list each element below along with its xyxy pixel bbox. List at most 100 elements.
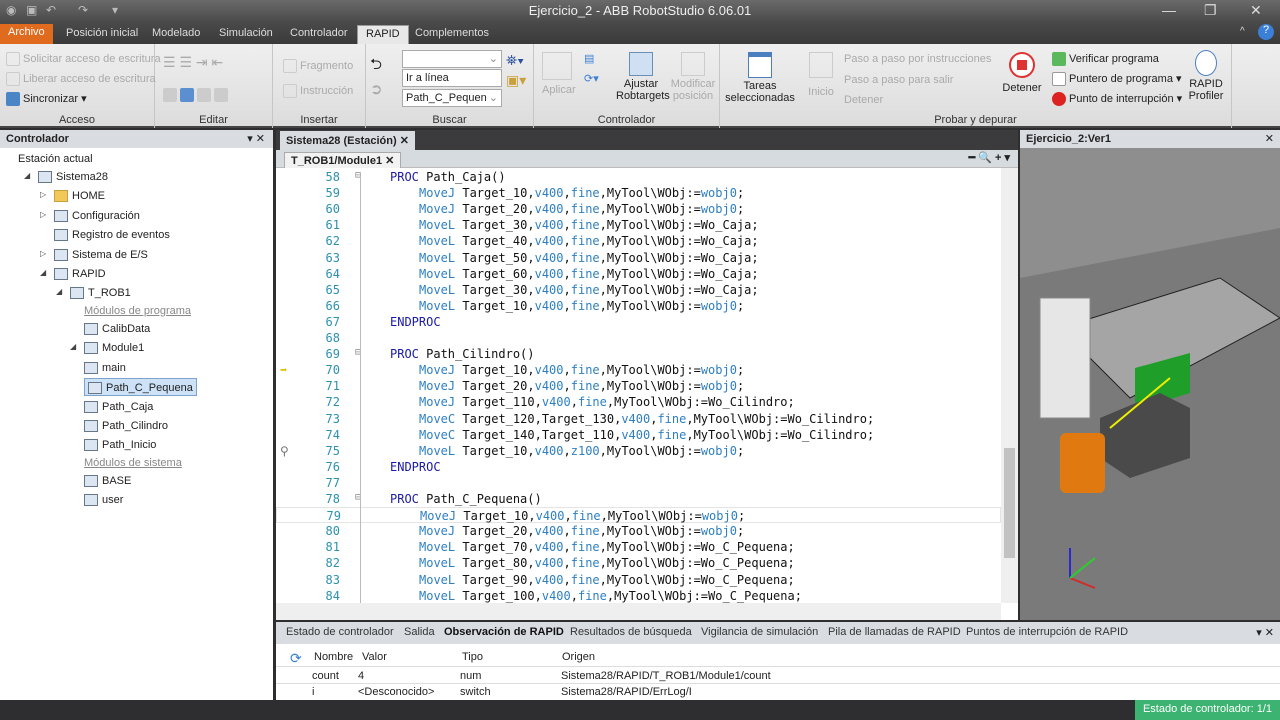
expand-toggle-icon[interactable]: ◢ <box>24 171 30 180</box>
expand-toggle-icon[interactable]: ◢ <box>40 268 46 277</box>
start-button[interactable]: Inicio <box>804 52 838 98</box>
tab-posicion-inicial[interactable]: Posición inicial <box>58 25 146 44</box>
code-line[interactable]: 60 MoveJ Target_20,v400,fine,MyTool\WObj:… <box>276 201 1001 217</box>
cell-name[interactable]: i <box>312 686 314 698</box>
tab-complementos[interactable]: Complementos <box>407 25 497 44</box>
tree-item[interactable]: Estación actual <box>18 150 93 168</box>
code-line[interactable]: 66 MoveL Target_10,v400,fine,MyTool\WObj:… <box>276 298 1001 314</box>
cell-value[interactable]: 4 <box>358 670 364 682</box>
back-arrow-icon[interactable]: ⮌ <box>370 54 382 79</box>
code-line[interactable]: 69 ⊟ PROC Path_Cilindro() <box>276 346 1001 362</box>
tab-rapid[interactable]: RAPID <box>357 25 409 44</box>
expand-toggle-icon[interactable]: ▷ <box>40 190 46 199</box>
tab-simulacion[interactable]: Simulación <box>211 25 281 44</box>
output-tab[interactable]: Puntos de interrupción de RAPID <box>966 626 1128 638</box>
clipboard-icons[interactable] <box>163 88 231 102</box>
3d-viewport[interactable]: Ejercicio_2:Ver1 ✕ <box>1020 130 1280 620</box>
rapid-profiler-button[interactable]: RAPID Profiler <box>1184 50 1228 102</box>
tab-module1[interactable]: T_ROB1/Module1 ✕ <box>284 152 402 168</box>
step-into-button[interactable]: Paso a paso por instrucciones <box>844 53 991 65</box>
code-line[interactable]: 67 ENDPROC <box>276 314 1001 330</box>
find-in-files-icon[interactable]: ▣▾ <box>506 72 526 89</box>
tree-item[interactable]: RAPID <box>54 265 106 283</box>
tree-item[interactable]: Sistema de E/S <box>54 246 148 264</box>
close-icon[interactable]: ✕ <box>385 155 394 167</box>
apply-button[interactable]: Aplicar <box>542 84 576 96</box>
code-line[interactable]: 70 ➡ MoveJ Target_10,v400,fine,MyTool\WObj… <box>276 362 1001 378</box>
breakpoint-button[interactable]: Punto de interrupción ▾ <box>1052 92 1182 107</box>
col-origen[interactable]: Origen <box>562 651 595 663</box>
tree-item[interactable]: Path_Cilindro <box>84 417 168 435</box>
col-tipo[interactable]: Tipo <box>462 651 483 663</box>
output-tab[interactable]: Resultados de búsqueda <box>570 626 692 638</box>
modify-position-button[interactable]: Modificar posición <box>668 52 718 102</box>
output-tab[interactable]: Pila de llamadas de RAPID <box>828 626 961 638</box>
tab-modelado[interactable]: Modelado <box>144 25 208 44</box>
tree-item[interactable]: HOME <box>54 187 105 205</box>
stop-button[interactable]: Detener <box>1002 52 1042 94</box>
close-icon[interactable]: ✕ <box>400 135 409 147</box>
expand-toggle-icon[interactable]: ◢ <box>56 287 62 296</box>
tree-item[interactable]: Path_C_Pequena <box>84 378 197 396</box>
code-line[interactable]: 59 MoveJ Target_10,v400,fine,MyTool\WObj:… <box>276 185 1001 201</box>
tree-item[interactable]: T_ROB1 <box>70 284 131 302</box>
cell-value[interactable]: <Desconocido> <box>358 686 434 698</box>
forward-arrow-icon[interactable]: ➲ <box>370 80 383 98</box>
horizontal-scrollbar[interactable] <box>276 603 1001 620</box>
tab-sistema28[interactable]: Sistema28 (Estación) ✕ <box>280 131 415 150</box>
close-icon[interactable]: ✕ <box>1265 132 1274 145</box>
code-line[interactable]: 64 MoveL Target_60,v400,fine,MyTool\WObj:… <box>276 266 1001 282</box>
tree-item[interactable]: Path_Inicio <box>84 436 156 454</box>
vertical-scrollbar[interactable] <box>1001 168 1018 603</box>
refresh-icon[interactable]: ⟳ <box>290 650 302 667</box>
code-line[interactable]: 78 ⊟ PROC Path_C_Pequena() <box>276 491 1001 507</box>
tree-item[interactable]: Configuración <box>54 207 140 225</box>
output-tab[interactable]: Vigilancia de simulación <box>701 626 818 638</box>
expand-toggle-icon[interactable]: ◢ <box>70 342 76 351</box>
goto-line-input[interactable]: Ir a línea <box>402 69 502 87</box>
restore-icon[interactable]: ❐ <box>1204 2 1217 19</box>
code-line[interactable]: 73 MoveC Target_120,Target_130,v400,fine,… <box>276 411 1001 427</box>
verify-program-button[interactable]: Verificar programa <box>1052 52 1159 66</box>
tree-item[interactable]: main <box>84 359 126 377</box>
code-line[interactable]: 74 MoveC Target_140,Target_110,v400,fine,… <box>276 427 1001 443</box>
find-binoculars-icon[interactable]: ⛯▾ <box>506 52 524 69</box>
tree-item[interactable]: Módulos de programa <box>84 302 191 320</box>
step-out-button[interactable]: Paso a paso para salir <box>844 74 953 86</box>
code-line[interactable]: 79 MoveJ Target_10,v400,fine,MyTool\WObj:… <box>276 507 1001 524</box>
code-line[interactable]: 65 MoveL Target_30,v400,fine,MyTool\WObj:… <box>276 282 1001 298</box>
release-write-access-button[interactable]: Liberar acceso de escritura <box>6 72 156 86</box>
help-icon[interactable]: ? <box>1258 24 1274 40</box>
code-line[interactable]: 58 ⊟ PROC Path_Caja() <box>276 169 1001 185</box>
stop-step-button[interactable]: Detener <box>844 94 883 106</box>
tree-item[interactable]: Módulos de sistema <box>84 454 182 472</box>
code-editor[interactable]: 58 ⊟ PROC Path_Caja() 59 MoveJ Target_10,v40… <box>276 168 1001 603</box>
instruction-button[interactable]: Instrucción <box>283 84 353 98</box>
output-tab[interactable]: Estado de controlador <box>286 626 394 638</box>
tree-item[interactable]: CalibData <box>84 320 150 338</box>
code-line[interactable]: 80 MoveJ Target_20,v400,fine,MyTool\WObj:… <box>276 523 1001 539</box>
tree-item[interactable]: Module1 <box>84 339 144 357</box>
col-nombre[interactable]: Nombre <box>314 651 353 663</box>
tree-item[interactable]: Path_Caja <box>84 398 153 416</box>
code-line[interactable]: 62 MoveL Target_40,v400,fine,MyTool\WObj:… <box>276 233 1001 249</box>
panel-close-icon[interactable]: ▾ ✕ <box>1256 626 1274 639</box>
zoom-controls[interactable]: ━ 🔍 + ▾ <box>969 151 1010 164</box>
code-line[interactable]: 82 MoveL Target_80,v400,fine,MyTool\WObj:… <box>276 555 1001 571</box>
expand-toggle-icon[interactable]: ▷ <box>40 249 46 258</box>
code-line[interactable]: 63 MoveL Target_50,v400,fine,MyTool\WObj:… <box>276 250 1001 266</box>
tree-item[interactable]: BASE <box>84 472 131 490</box>
col-valor[interactable]: Valor <box>362 651 387 663</box>
code-line[interactable]: 71 MoveJ Target_20,v400,fine,MyTool\WObj:… <box>276 378 1001 394</box>
code-line[interactable]: 81 MoveL Target_70,v400,fine,MyTool\WObj:… <box>276 539 1001 555</box>
close-icon[interactable]: ✕ <box>1250 2 1262 19</box>
minimize-icon[interactable]: — <box>1162 2 1176 18</box>
request-write-access-button[interactable]: Solicitar acceso de escritura <box>6 52 161 66</box>
tab-archivo[interactable]: Archivo <box>0 24 53 44</box>
tree-item[interactable]: user <box>84 491 123 509</box>
code-line[interactable]: 76 ENDPROC <box>276 459 1001 475</box>
refresh-icon[interactable]: ⟳▾ <box>584 72 599 85</box>
load-icon[interactable]: ▤ <box>584 52 594 65</box>
code-line[interactable]: 84 MoveL Target_100,v400,fine,MyTool\WObj… <box>276 588 1001 603</box>
code-line[interactable]: 68 <box>276 330 1001 346</box>
